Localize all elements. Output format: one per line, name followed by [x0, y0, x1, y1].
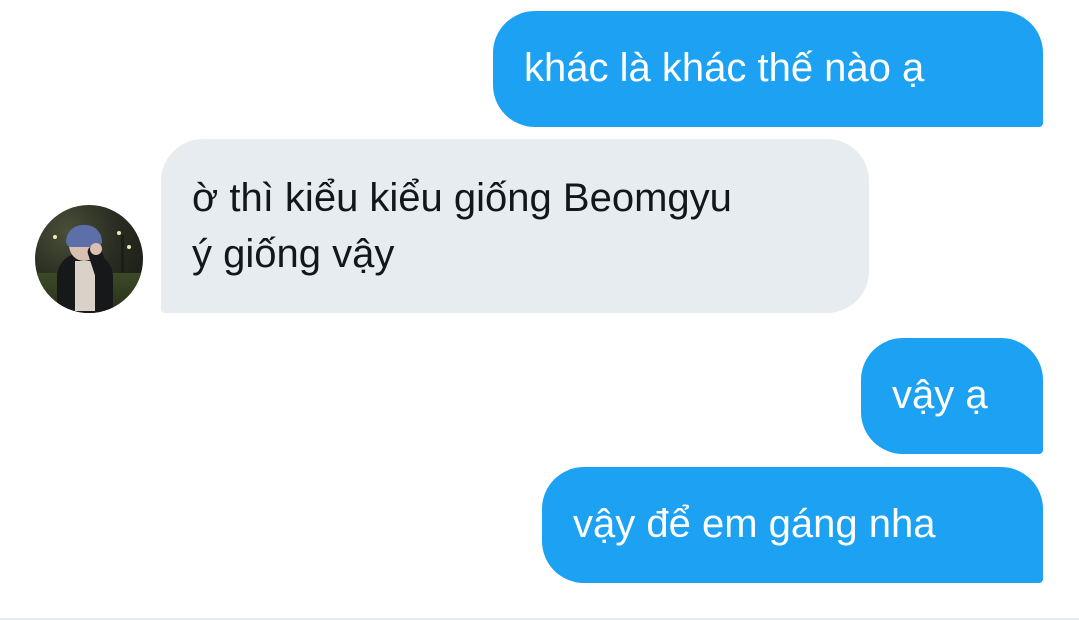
sent-message-bubble[interactable]: vậy ạ — [861, 338, 1043, 454]
background-light — [53, 235, 57, 239]
sent-message-bubble[interactable]: vậy để em gáng nha — [542, 467, 1043, 583]
avatar-figure-hand — [90, 243, 102, 255]
message-text: vậy để em gáng nha — [573, 502, 936, 546]
received-message-bubble[interactable]: ờ thì kiểu kiểu giống Beomgyu ý giống vậ… — [161, 139, 869, 313]
message-text: khác là khác thế nào ạ — [524, 46, 925, 90]
background-light — [127, 245, 131, 249]
sent-message-bubble[interactable]: khác là khác thế nào ạ — [493, 11, 1043, 127]
message-text-line-1: ờ thì kiểu kiểu giống Beomgyu — [192, 176, 732, 220]
message-text-line-2: ý giống vậy — [192, 232, 395, 276]
contact-avatar[interactable] — [35, 205, 143, 313]
message-text: vậy ạ — [892, 373, 988, 417]
